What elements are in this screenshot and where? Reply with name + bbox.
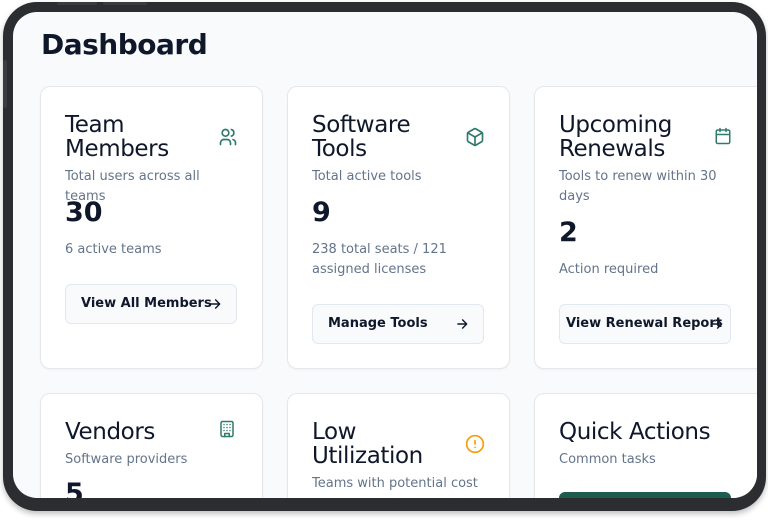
card-title: Upcoming Renewals (559, 112, 672, 162)
card-value: 5 (65, 478, 84, 498)
card-value: 30 (65, 197, 103, 228)
users-icon (219, 128, 237, 146)
page-title: Dashboard (41, 28, 208, 61)
arrow-right-icon (210, 299, 221, 309)
calendar-icon (715, 127, 731, 145)
arrow-right-icon (712, 319, 723, 329)
software-tools-card: Software Tools Total active tools 9 238 … (287, 86, 510, 369)
vendors-card: Vendors Software providers 5 (40, 393, 263, 498)
card-note: 238 total seats / 121 assigned licenses (312, 242, 447, 277)
package-icon (466, 127, 484, 147)
low-utilization-card: Low Utilization Teams with potential cos… (287, 393, 510, 498)
card-title: Vendors (65, 419, 155, 445)
screen: Dashboard Team Members Total users acros… (13, 12, 757, 498)
button-label: View All Members (81, 296, 212, 311)
view-renewal-report-button[interactable]: View Renewal Report (559, 304, 731, 344)
card-title: Team Members (65, 112, 169, 162)
upcoming-renewals-card: Upcoming Renewals Tools to renew within … (534, 86, 757, 369)
alert-circle-icon (465, 434, 485, 454)
card-title: Quick Actions (559, 419, 711, 445)
card-subtitle: Common tasks (559, 452, 656, 467)
quick-actions-card: Quick Actions Common tasks (534, 393, 757, 498)
device-side-button (3, 60, 7, 108)
card-subtitle: Software providers (65, 452, 188, 467)
card-note: Action required (559, 262, 659, 277)
view-all-members-button[interactable]: View All Members (65, 284, 237, 324)
card-title: Low Utilization (312, 419, 423, 469)
card-title: Software Tools (312, 112, 411, 162)
button-label: Manage Tools (328, 316, 428, 331)
card-subtitle: Total active tools (312, 169, 422, 184)
team-members-card: Team Members Total users across all team… (40, 86, 263, 369)
device-top-button (57, 2, 97, 5)
card-note: 6 active teams (65, 242, 162, 257)
arrow-right-icon (457, 319, 468, 329)
card-value: 9 (312, 197, 331, 228)
card-subtitle: Teams with potential cost (312, 476, 478, 491)
device-frame: Dashboard Team Members Total users acros… (3, 2, 766, 511)
card-subtitle: Tools to renew within 30 days (559, 169, 717, 204)
card-value: 2 (559, 217, 578, 248)
manage-tools-button[interactable]: Manage Tools (312, 304, 484, 344)
building-icon (220, 420, 234, 438)
button-label: View Renewal Report (566, 316, 722, 331)
device-top-button (103, 2, 147, 5)
quick-action-button[interactable] (559, 492, 731, 498)
